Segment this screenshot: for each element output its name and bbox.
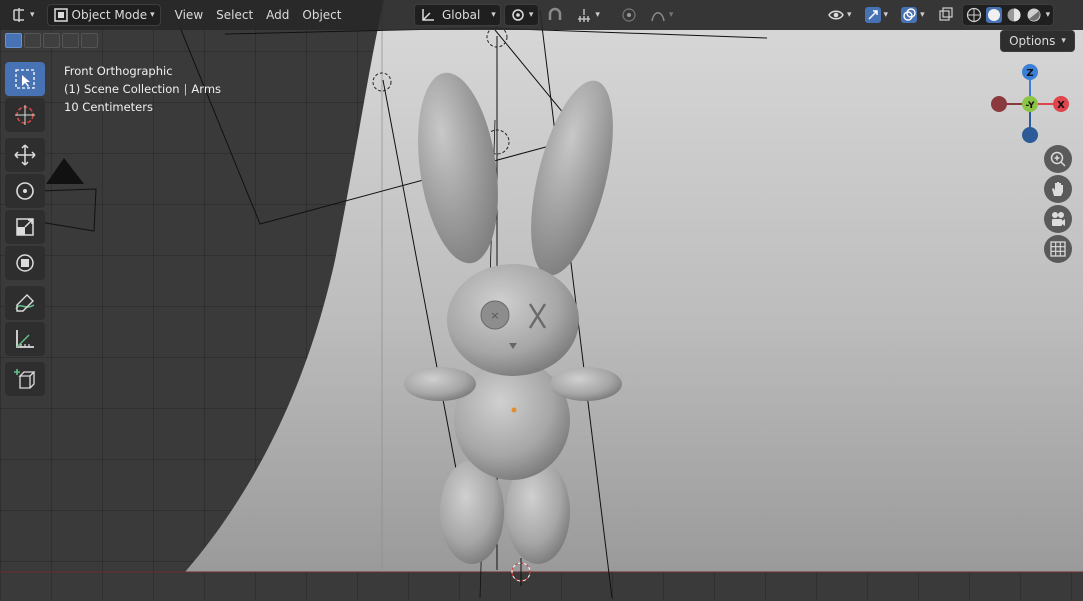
mode-label: Object Mode	[71, 8, 148, 22]
annotate-pencil-icon	[15, 294, 35, 312]
cursor-3d-icon	[15, 105, 35, 125]
collection-info: (1) Scene Collection | Arms	[64, 82, 222, 96]
options-dropdown[interactable]: Options ▾	[1000, 30, 1075, 52]
falloff-curve-icon	[651, 12, 665, 22]
snap-grid-icon	[578, 9, 591, 22]
3d-viewport[interactable]: × ▾ Object Mode ▾ View Select Add Object	[0, 0, 1083, 601]
menu-view[interactable]: View	[170, 4, 208, 26]
gizmo-icon	[864, 7, 881, 23]
wireframe-shading-icon[interactable]	[966, 7, 982, 23]
orientation-label: Global	[442, 8, 481, 22]
falloff-dropdown[interactable]: ▾	[645, 4, 679, 26]
select-new-button[interactable]	[5, 33, 22, 48]
bunny-head	[447, 264, 579, 376]
view-name: Front Orthographic	[64, 64, 173, 78]
viewport-info: Front Orthographic (1) Scene Collection |…	[64, 62, 221, 116]
measure-tool[interactable]	[5, 322, 45, 356]
chevron-down-icon: ▾	[847, 10, 852, 20]
navigation-gizmo[interactable]: Z X -Y	[985, 62, 1075, 152]
overlays-dropdown[interactable]: ▾	[896, 4, 930, 26]
editor-type-button[interactable]: ▾	[6, 4, 40, 26]
z-axis-label: Z	[1026, 68, 1033, 79]
ruler-icon	[16, 330, 34, 348]
gizmos-dropdown[interactable]: ▾	[860, 4, 894, 26]
overlays-icon	[901, 7, 918, 23]
menu-object[interactable]: Object	[297, 4, 346, 26]
chevron-down-icon: ▾	[920, 10, 925, 20]
viewport-header: ▾ Object Mode ▾ View Select Add Object G…	[0, 0, 1083, 30]
grid-scale: 10 Centimeters	[64, 100, 153, 114]
chevron-down-icon: ▾	[595, 10, 600, 20]
chevron-down-icon: ▾	[668, 10, 674, 20]
pivot-icon	[512, 9, 524, 21]
visibility-dropdown[interactable]: ▾	[823, 4, 857, 26]
chevron-down-icon: ▾	[883, 10, 889, 20]
xray-icon	[938, 7, 953, 21]
chevron-down-icon[interactable]: ▾	[1046, 10, 1051, 20]
select-intersect-button[interactable]	[81, 33, 98, 48]
perspective-toggle-button[interactable]	[1044, 235, 1072, 263]
mode-dropdown[interactable]: Object Mode ▾	[46, 4, 161, 26]
menu-select[interactable]: Select	[211, 4, 258, 26]
xray-toggle[interactable]	[933, 4, 959, 26]
y-axis-label: -Y	[1026, 101, 1035, 111]
object-mode-icon	[53, 8, 68, 22]
select-box-icon	[15, 69, 35, 89]
chevron-down-icon: ▾	[491, 10, 496, 20]
chevron-down-icon: ▾	[150, 10, 155, 20]
zoom-icon	[1050, 151, 1066, 167]
scale-tool[interactable]	[5, 210, 45, 244]
eye-icon	[828, 10, 844, 20]
hand-icon	[1052, 182, 1063, 196]
pivot-point-dropdown[interactable]: ▾	[503, 4, 540, 26]
axis-gizmo: Z X -Y	[991, 64, 1069, 143]
snap-toggle[interactable]	[542, 4, 568, 26]
annotate-tool[interactable]	[5, 286, 45, 320]
viewport-icon	[13, 8, 24, 22]
x-axis-label: X	[1057, 100, 1065, 111]
rotate-icon	[16, 182, 34, 200]
rotate-tool[interactable]	[5, 174, 45, 208]
grid-icon	[1050, 241, 1066, 257]
chevron-down-icon: ▾	[528, 10, 534, 20]
select-box-tool[interactable]	[5, 62, 45, 96]
active-object-name: Arms	[191, 82, 222, 96]
collection-name: (1) Scene Collection	[64, 82, 180, 96]
rendered-shading-icon[interactable]	[1026, 7, 1042, 23]
solid-shading-icon[interactable]	[985, 7, 1002, 23]
scale-icon	[16, 218, 34, 236]
transform-orientation-dropdown[interactable]: Global ▾	[414, 4, 501, 26]
add-cube-tool[interactable]	[5, 362, 45, 396]
pan-button[interactable]	[1044, 175, 1072, 203]
magnet-icon	[549, 7, 562, 20]
selection-mode-buttons	[5, 33, 98, 48]
proportional-edit-icon	[622, 8, 636, 22]
backdrop-plane	[185, 0, 1083, 572]
material-shading-icon[interactable]	[1006, 7, 1022, 23]
snap-target-dropdown[interactable]: ▾	[571, 4, 605, 26]
add-cube-icon	[14, 369, 36, 389]
select-subtract-button[interactable]	[43, 33, 60, 48]
move-tool[interactable]	[5, 138, 45, 172]
proportional-editing-toggle[interactable]	[616, 4, 642, 26]
options-label: Options	[1009, 34, 1056, 48]
tool-shelf	[5, 62, 47, 398]
camera-icon	[1052, 212, 1065, 226]
chevron-down-icon: ▾	[30, 10, 35, 20]
chevron-down-icon: ▾	[1061, 36, 1066, 46]
transform-icon	[16, 254, 34, 272]
cursor-tool[interactable]	[5, 98, 45, 132]
shading-modes: ▾	[961, 4, 1055, 26]
zoom-button[interactable]	[1044, 145, 1072, 173]
svg-text:×: ×	[490, 309, 499, 322]
move-icon	[14, 144, 36, 166]
select-extend-button[interactable]	[24, 33, 41, 48]
select-invert-button[interactable]	[62, 33, 79, 48]
camera-view-button[interactable]	[1044, 205, 1072, 233]
transform-tool[interactable]	[5, 246, 45, 280]
menu-add[interactable]: Add	[261, 4, 294, 26]
orientation-icon	[422, 9, 434, 21]
